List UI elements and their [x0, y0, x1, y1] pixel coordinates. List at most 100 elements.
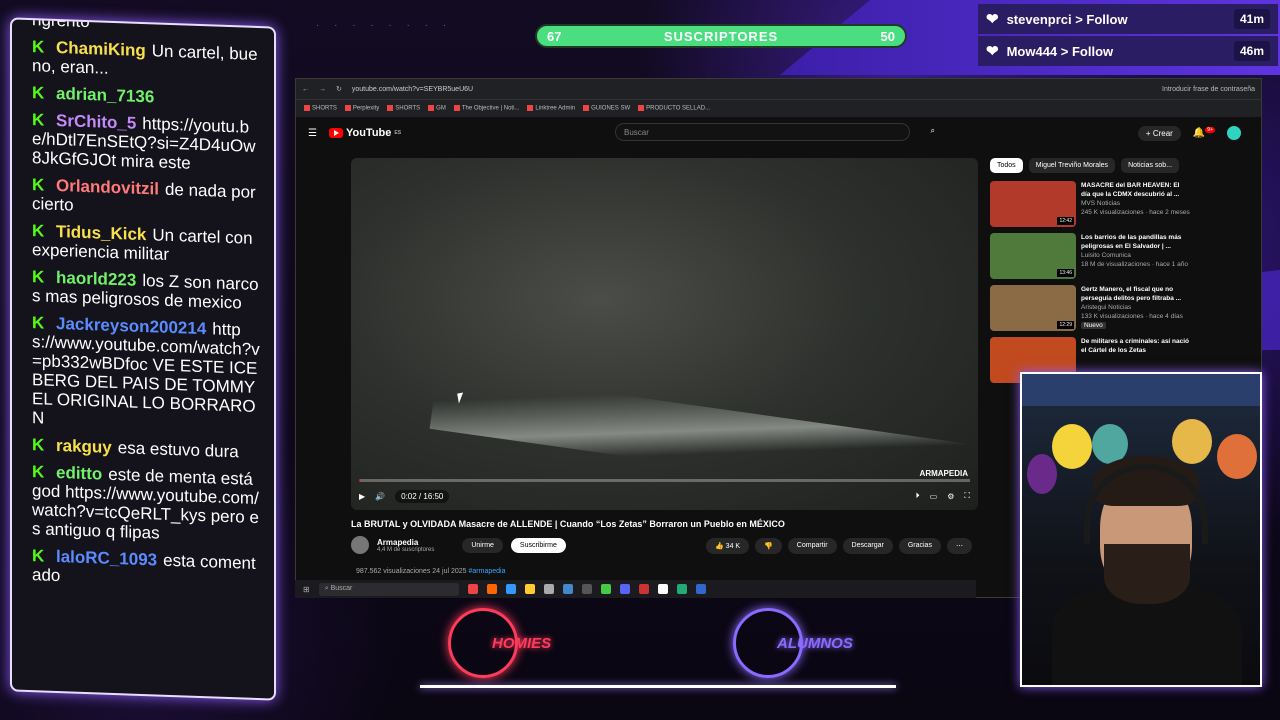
settings-icon[interactable]: ⚙: [947, 492, 954, 501]
chrome-icon[interactable]: [600, 584, 611, 594]
alumnos-logo: ALUMNOS: [733, 608, 853, 678]
password-hint[interactable]: Introducir frase de contraseña: [1162, 86, 1255, 93]
bookmark-item[interactable]: The Objective | Noti...: [453, 105, 519, 112]
recommendation-title[interactable]: Los barrios de las pandillas más peligro…: [1081, 233, 1190, 251]
bookmark-label: PRODUCTO SELLAD...: [646, 105, 711, 112]
charmander-plush: [1217, 434, 1257, 479]
chat-text: https://www.youtube.com/watch?v=pb332wBD…: [32, 319, 260, 428]
windows-icon[interactable]: ⊞: [303, 585, 310, 594]
subscribe-button[interactable]: Suscribirme: [510, 537, 566, 553]
bookmark-label: Perplexity: [352, 105, 380, 112]
filter-chip[interactable]: Miguel Treviño Morales: [1028, 158, 1116, 173]
bookmark-item[interactable]: GM: [428, 105, 446, 112]
filter-chip[interactable]: Todos: [990, 158, 1023, 173]
chat-username[interactable]: rakguy: [56, 436, 112, 457]
bookmark-item[interactable]: Perplexity: [344, 105, 380, 112]
thanks-button[interactable]: Gracias: [898, 538, 941, 554]
app-icon[interactable]: [486, 584, 497, 594]
like-button[interactable]: 👍 34 K: [706, 538, 750, 554]
taskbar-search[interactable]: ⌕ Buscar: [318, 582, 459, 596]
app4-icon[interactable]: [695, 584, 706, 594]
brave-icon[interactable]: [467, 584, 478, 594]
chat-username[interactable]: laloRC_1093: [56, 547, 157, 570]
recommendation-meta: MASACRE del BAR HEAVEN: El día que la CD…: [1081, 181, 1190, 233]
app2-icon[interactable]: [638, 584, 649, 594]
app3-icon[interactable]: [676, 584, 687, 594]
back-icon[interactable]: ←: [302, 86, 309, 93]
join-button[interactable]: Unirme: [462, 537, 503, 553]
channel-row: Armapedia 4,4 M de suscriptores Unirme S…: [351, 536, 566, 554]
search-input[interactable]: Buscar⌕🎙: [615, 123, 935, 141]
homies-emblem-icon: [448, 608, 518, 678]
avatar[interactable]: [1227, 126, 1241, 140]
dislike-button[interactable]: 👎: [755, 538, 782, 554]
channel-name[interactable]: Armapedia: [377, 538, 434, 547]
folder-icon[interactable]: [524, 584, 535, 594]
edge-icon[interactable]: [505, 584, 516, 594]
chat-message: K Tidus_Kick Un cartel con experiencia mil…: [32, 221, 262, 267]
url-text[interactable]: youtube.com/watch?v=SEYBR5ueU6U: [352, 86, 473, 93]
channel-avatar[interactable]: [351, 536, 369, 554]
obs-icon[interactable]: [581, 584, 592, 594]
subtitles-icon[interactable]: ▭: [930, 492, 938, 501]
search-icon[interactable]: ⌕: [931, 126, 935, 136]
recommendation-channel[interactable]: MVS Noticias: [1081, 199, 1190, 208]
forward-icon[interactable]: →: [319, 86, 326, 93]
chat-message: Khaorld223 los Z son narcos mas peligroso…: [32, 267, 262, 313]
vscode-icon[interactable]: [562, 584, 573, 594]
download-button[interactable]: Descargar: [842, 538, 893, 554]
view-count: 987.562 visualizaciones: [356, 568, 431, 575]
store-icon[interactable]: [543, 584, 554, 594]
recommendation-title[interactable]: Gertz Manero, el fiscal que no perseguía…: [1081, 285, 1190, 303]
more-button[interactable]: ⋯: [946, 538, 972, 554]
decor-underline: [420, 685, 896, 688]
shelf: [1022, 374, 1260, 406]
pokeball-icon[interactable]: [657, 584, 668, 594]
autoplay-icon[interactable]: ⏵: [916, 491, 920, 501]
recommendation-item[interactable]: 13:46 Los barrios de las pandillas más pe…: [990, 233, 1190, 285]
bookmark-item[interactable]: SHORTS: [304, 105, 337, 112]
share-button[interactable]: Compartir: [787, 538, 837, 554]
filter-chip[interactable]: Noticias sob...: [1121, 158, 1180, 173]
subscriber-count-right: 50: [880, 28, 895, 44]
bookmark-item[interactable]: SHORTS: [387, 105, 420, 112]
recommendation-item[interactable]: 12:29 Gertz Manero, el fiscal que no pers…: [990, 285, 1190, 337]
video-player[interactable]: ▶ 🔊 0:02 / 16:50 ⏵ ▭ ⚙ ⛶ ARMAPEDIA: [351, 158, 978, 510]
search-placeholder: Buscar: [624, 128, 649, 137]
video-thumbnail[interactable]: 13:46: [990, 233, 1076, 279]
chat-message: Keditto este de menta está god https://ww…: [32, 462, 262, 546]
bell-icon[interactable]: 🔔 9+: [1193, 127, 1215, 139]
create-button[interactable]: + Crear: [1137, 125, 1181, 141]
bookmark-item[interactable]: PRODUCTO SELLAD...: [638, 105, 710, 112]
bookmark-label: SHORTS: [395, 105, 421, 112]
kick-badge-icon: K: [32, 37, 45, 57]
video-title: La BRUTAL y OLVIDADA Masacre de ALLENDE …: [351, 519, 785, 529]
video-thumbnail[interactable]: 12:42: [990, 181, 1076, 227]
hashtag[interactable]: #armapedia: [469, 568, 506, 575]
recommendation-channel[interactable]: Luisito Comunica: [1081, 251, 1190, 260]
bookmark-label: GUIONES SW: [591, 105, 631, 112]
chat-username[interactable]: adrian_7136: [56, 84, 154, 106]
recommendation-item[interactable]: 12:42 MASACRE del BAR HEAVEN: El día que …: [990, 181, 1190, 233]
upload-date: 24 jul 2025: [432, 568, 467, 575]
chat-username[interactable]: editto: [56, 463, 102, 484]
video-thumbnail[interactable]: 12:29: [990, 285, 1076, 331]
fullscreen-icon[interactable]: ⛶: [964, 491, 970, 501]
menu-icon[interactable]: ☰: [308, 128, 317, 139]
follow-alert-2: ❤ Mow444 > Follow 46m: [978, 36, 1278, 66]
youtube-logo[interactable]: YouTube ES: [328, 127, 401, 139]
plush-3: [1172, 419, 1212, 464]
bookmark-item[interactable]: GUIONES SW: [583, 105, 630, 112]
video-duration: 12:42: [1057, 217, 1074, 225]
discord-icon[interactable]: [619, 584, 630, 594]
recommendation-title[interactable]: De militares a criminales: así nació el …: [1081, 337, 1190, 355]
reload-icon[interactable]: ↻: [336, 85, 342, 93]
volume-icon[interactable]: 🔊: [375, 492, 385, 501]
bookmark-item[interactable]: Linktree Admin: [527, 105, 575, 112]
play-icon[interactable]: ▶: [359, 492, 365, 501]
address-bar[interactable]: ← → ↻ youtube.com/watch?v=SEYBR5ueU6U In…: [296, 79, 1261, 99]
recommendation-title[interactable]: MASACRE del BAR HEAVEN: El día que la CD…: [1081, 181, 1190, 199]
recommendation-channel[interactable]: Aristegui Noticias: [1081, 303, 1190, 312]
bookmark-favicon-icon: [428, 105, 435, 112]
kick-badge-icon: K: [32, 462, 45, 482]
